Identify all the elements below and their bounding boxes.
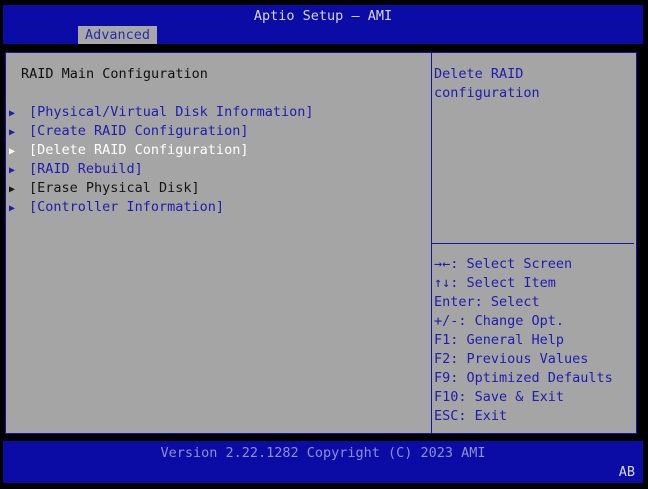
menu-item-label: [Physical/Virtual Disk Information] (29, 104, 314, 120)
menu-item-raid-rebuild[interactable]: ▶ [RAID Rebuild] (9, 160, 313, 179)
help-text: Delete RAID configuration (434, 65, 629, 103)
arrow-right-icon: ▶ (9, 165, 16, 176)
arrow-right-icon: ▶ (9, 146, 16, 157)
key-legend: →←: Select Screen ↑↓: Select Item Enter:… (434, 255, 613, 426)
menu-item-label: [Create RAID Configuration] (29, 123, 249, 139)
left-pane: RAID Main Configuration ▶ [Physical/Virtu… (6, 53, 431, 433)
bios-screen: Aptio Setup – AMI Advanced RAID Main Con… (0, 0, 648, 489)
key-hint-change-opt: +/-: Change Opt. (434, 313, 565, 329)
menu-item-label: [Controller Information] (29, 199, 225, 215)
arrow-right-icon: ▶ (9, 127, 16, 138)
key-hint-previous-values: F2: Previous Values (434, 351, 589, 367)
menu-item-label: [Delete RAID Configuration] (29, 142, 249, 158)
arrow-right-icon: ▶ (9, 184, 16, 195)
arrow-right-icon: ▶ (9, 203, 16, 214)
key-hint-enter: Enter: Select (434, 294, 540, 310)
help-divider (432, 243, 634, 244)
help-pane: Delete RAID configuration →←: Select Scr… (432, 53, 636, 433)
key-hint-save-exit: F10: Save & Exit (434, 389, 565, 405)
menu-item-create-raid-configuration[interactable]: ▶ [Create RAID Configuration] (9, 122, 313, 141)
menu-item-physical-virtual-disk-information[interactable]: ▶ [Physical/Virtual Disk Information] (9, 103, 313, 122)
raid-menu: ▶ [Physical/Virtual Disk Information] ▶ [C… (9, 103, 313, 217)
main-panel: RAID Main Configuration ▶ [Physical/Virtu… (5, 52, 637, 434)
section-title: RAID Main Configuration (21, 66, 208, 82)
key-hint-select-screen: →←: Select Screen (434, 256, 573, 272)
menu-item-erase-physical-disk[interactable]: ▶ [Erase Physical Disk] (9, 179, 313, 198)
key-hint-esc-exit: ESC: Exit (434, 408, 508, 424)
header-bar: Aptio Setup – AMI Advanced (3, 5, 643, 44)
corner-code: AB (618, 464, 635, 480)
app-title: Aptio Setup – AMI (253, 8, 393, 24)
help-line: Delete RAID (434, 66, 524, 82)
version-text: Version 2.22.1282 Copyright (C) 2023 AMI (160, 445, 486, 461)
key-hint-optimized-defaults: F9: Optimized Defaults (434, 370, 613, 386)
menu-item-label: [Erase Physical Disk] (29, 180, 200, 196)
key-hint-general-help: F1: General Help (434, 332, 565, 348)
menu-item-delete-raid-configuration[interactable]: ▶ [Delete RAID Configuration] (9, 141, 313, 160)
footer-bar: Version 2.22.1282 Copyright (C) 2023 AMI… (3, 441, 643, 483)
arrow-right-icon: ▶ (9, 108, 16, 119)
menu-item-controller-information[interactable]: ▶ [Controller Information] (9, 198, 313, 217)
key-hint-select-item: ↑↓: Select Item (434, 275, 556, 291)
tab-advanced[interactable]: Advanced (78, 26, 158, 44)
help-line: configuration (434, 85, 540, 101)
menu-item-label: [RAID Rebuild] (29, 161, 143, 177)
